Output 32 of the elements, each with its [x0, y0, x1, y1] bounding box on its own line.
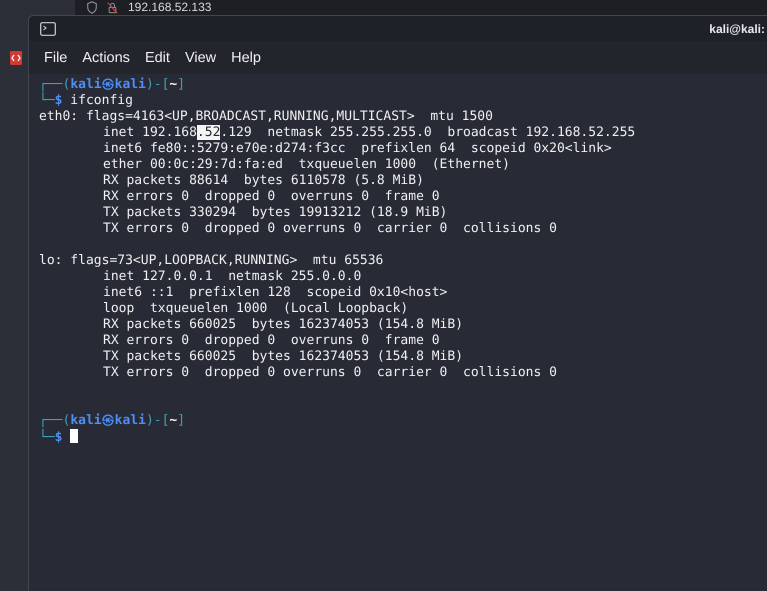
output-line: eth0: flags=4163<UP,BROADCAST,RUNNING,MULTICAST> mtu 1500 [39, 109, 493, 125]
output-line: inet 127.0.0.1 netmask 255.0.0.0 [103, 269, 362, 285]
menu-item[interactable]: View [184, 50, 216, 66]
output-line: inet6 fe80::5279:e70e:d274:f3cc prefixlen 64 scopeid 0x20<link> [103, 141, 612, 157]
menu-item[interactable]: File [44, 50, 68, 66]
output-line: RX errors 0 dropped 0 overruns 0 frame 0 [103, 189, 440, 205]
command-line: └─$ ifconfig [39, 93, 133, 109]
prompt-line: ┌──(kali㉿kali)-[~] [39, 413, 186, 428]
command-line: └─$ [39, 429, 78, 445]
output-line: inet 192.168.52.129 netmask 255.255.255.0 broadcast 192.168.52.255 [103, 125, 636, 141]
output-line: inet6 ::1 prefixlen 128 scopeid 0x10<host> [103, 285, 448, 301]
menu-item[interactable]: Actions [82, 50, 130, 66]
output-line: TX errors 0 dropped 0 overruns 0 carrier 0 collisions 0 [103, 365, 557, 381]
output-line: loop txqueuelen 1000 (Local Loopback) [103, 301, 408, 317]
window-title: kali@kali: [709, 22, 766, 36]
output-line: TX errors 0 dropped 0 overruns 0 carrier 0 collisions 0 [103, 221, 557, 237]
shield-icon [87, 1, 97, 14]
output-line: RX packets 660025 bytes 162374053 (154.8 MiB) [103, 317, 464, 333]
menu-item[interactable]: Help [231, 50, 261, 66]
url-text: 192.168.52.133 [128, 1, 212, 14]
output-line: lo: flags=73<UP,LOOPBACK,RUNNING> mtu 65536 [39, 253, 384, 269]
terminal-icon [40, 22, 56, 36]
output-line: TX packets 330294 bytes 19913212 (18.9 MiB) [103, 205, 448, 221]
output-line: RX packets 88614 bytes 6110578 (5.8 MiB) [103, 173, 424, 189]
output-line: ether 00:0c:29:7d:fa:ed txqueuelen 1000 (Ethernet) [103, 157, 510, 173]
prompt-line: ┌──(kali㉿kali)-[~] [39, 77, 186, 92]
address-bar[interactable]: 192.168.52.133 [75, 0, 767, 15]
output-line: TX packets 660025 bytes 162374053 (154.8 MiB) [103, 349, 464, 365]
output-line: RX errors 0 dropped 0 overruns 0 frame 0 [103, 333, 440, 349]
crossed-lock-icon [107, 2, 118, 14]
menu-item[interactable]: Edit [144, 50, 170, 66]
bookmark-icon[interactable] [10, 51, 22, 65]
